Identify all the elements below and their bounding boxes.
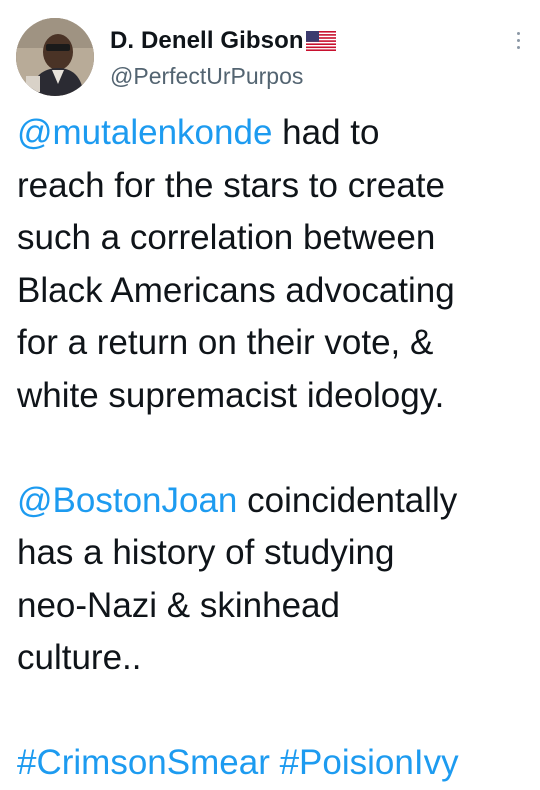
author-names: D. Denell Gibson @PerfectUrPurpos: [110, 26, 336, 90]
tweet-line: @BostonJoan coincidentally: [17, 475, 527, 528]
mention-link[interactable]: @mutalenkonde: [17, 113, 272, 152]
hashtag-link[interactable]: #PoisionIvy: [280, 743, 459, 782]
tweet-header: D. Denell Gibson @PerfectUrPurpos: [16, 18, 524, 98]
hashtag-line: #CrimsonSmear #PoisionIvy: [17, 737, 527, 790]
tweet-card: D. Denell Gibson @PerfectUrPurpos @mutal…: [0, 0, 540, 789]
tweet-text-segment: had to: [272, 113, 380, 152]
tweet-line: @mutalenkonde had to: [17, 107, 527, 160]
tweet-line: culture..: [17, 638, 142, 677]
avatar-photo-icon: [16, 18, 94, 96]
tweet-text: @mutalenkonde had to reach for the stars…: [17, 107, 527, 790]
tweet-line: such a correlation between: [17, 218, 436, 257]
display-name[interactable]: D. Denell Gibson: [110, 27, 304, 55]
tweet-line: has a history of studying: [17, 533, 395, 572]
avatar[interactable]: [16, 18, 94, 96]
tweet-text-segment: coincidentally: [237, 480, 458, 520]
tweet-line: reach for the stars to create: [17, 165, 445, 205]
hashtag-link[interactable]: #CrimsonSmear: [17, 743, 270, 782]
tweet-line: neo-Nazi & skinhead: [17, 585, 340, 625]
author-handle[interactable]: @PerfectUrPurpos: [110, 63, 336, 90]
us-flag-icon: [305, 31, 336, 51]
tweet-line: Black Americans advocating: [17, 270, 455, 310]
display-name-row: D. Denell Gibson: [110, 26, 336, 56]
mention-link[interactable]: @BostonJoan: [17, 481, 237, 520]
tweet-line: white supremacist ideology.: [17, 375, 445, 415]
tweet-line: for a return on their vote, &: [17, 323, 434, 362]
more-options-icon[interactable]: [512, 32, 524, 54]
